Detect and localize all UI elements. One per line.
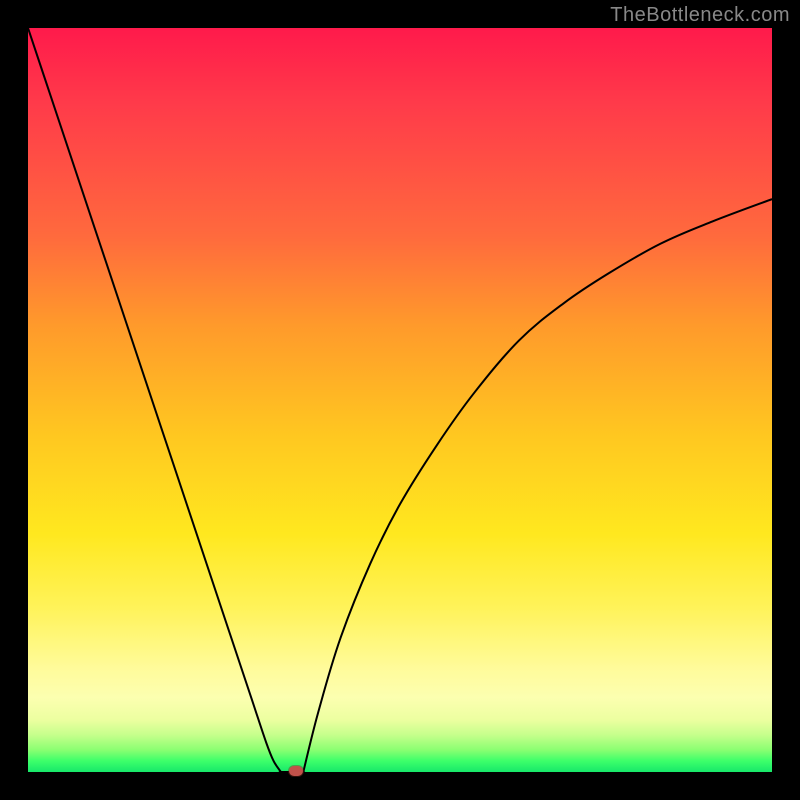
plot-area — [28, 28, 772, 772]
minimum-marker — [289, 766, 303, 776]
bottleneck-curve — [28, 28, 772, 772]
chart-frame: TheBottleneck.com — [0, 0, 800, 800]
curve-path — [28, 28, 772, 772]
attribution-text: TheBottleneck.com — [610, 4, 790, 27]
